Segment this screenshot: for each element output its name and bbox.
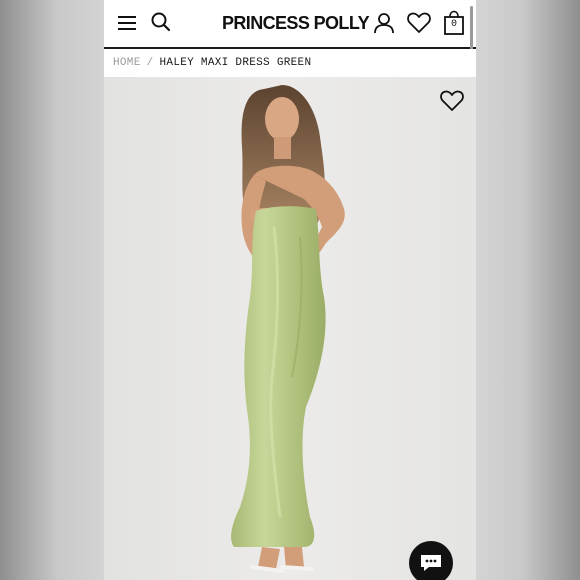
brand-logo[interactable]: PRINCESS POLLY (222, 10, 370, 36)
search-icon[interactable] (150, 11, 172, 33)
breadcrumb: HOME / HALEY MAXI DRESS GREEN (104, 49, 476, 76)
bag-count-badge: 0 (450, 19, 457, 30)
mobile-page: PRINCESS POLLY 0 HOME / HALEY MAXI DRESS… (104, 0, 476, 580)
chat-bubble-icon[interactable] (409, 541, 453, 580)
product-image[interactable] (104, 77, 476, 580)
heart-icon[interactable] (406, 11, 432, 35)
product-photo-illustration (104, 77, 476, 580)
heart-outline-icon[interactable] (439, 89, 465, 113)
breadcrumb-home-link[interactable]: HOME (113, 57, 141, 69)
breadcrumb-current-page: HALEY MAXI DRESS GREEN (159, 56, 312, 69)
shopping-bag-icon[interactable]: 0 (442, 10, 466, 36)
breadcrumb-separator: / (146, 56, 154, 69)
user-icon[interactable] (372, 11, 396, 35)
site-header: PRINCESS POLLY 0 (104, 0, 476, 70)
hamburger-menu-icon[interactable] (116, 12, 138, 34)
